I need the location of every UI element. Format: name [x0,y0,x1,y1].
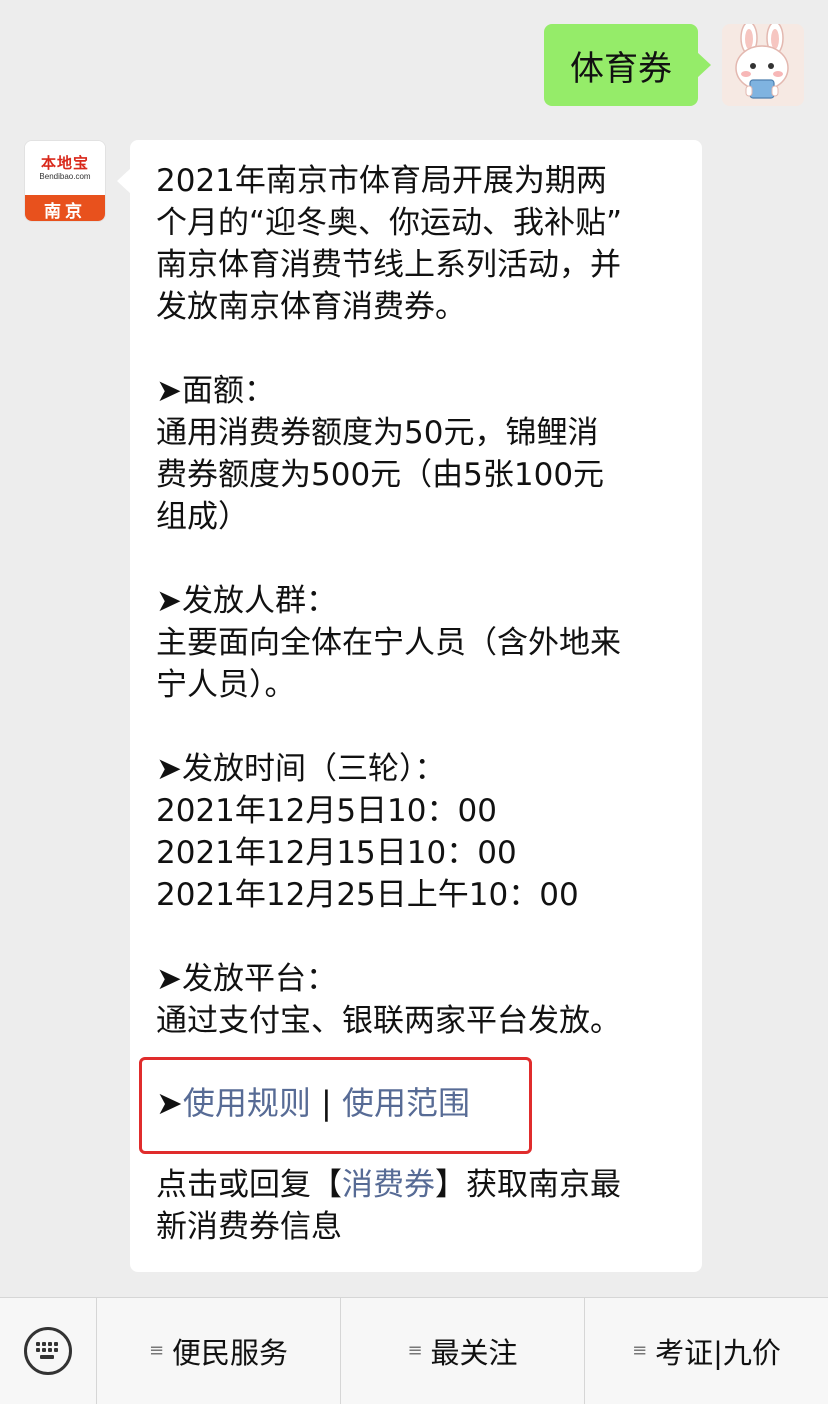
sender-avatar[interactable]: 本地宝 Bendibao.com 南京 [24,140,106,222]
time-line: 2021年12月5日10：00 [156,793,497,829]
bunny-avatar-icon [722,24,804,106]
sender-logo: 本地宝 Bendibao.com [25,141,105,195]
menu-item-label: 考证|九价 [655,1336,781,1370]
footer-suffix: 】获取南京最 [435,1167,621,1203]
incoming-message-bubble: 2021年南京市体育局开展为期两 个月的“迎冬奥、你运动、我补贴” 南京体育消费… [117,140,702,1272]
time-line: 2021年12月25日上午10：00 [156,877,579,913]
menu-item-certification-hpv[interactable]: ≡ 考证|九价 [584,1297,828,1404]
menu-lines-icon: ≡ [407,1340,423,1361]
links-separator: | [310,1084,342,1122]
outgoing-message-text: 体育券 [570,48,672,89]
time-line: 2021年12月15日10：00 [156,835,517,871]
amount-line: 费券额度为500元（由5张100元 [156,457,605,493]
audience-line: 主要面向全体在宁人员（含外地来 [156,625,621,661]
user-avatar[interactable] [722,24,804,106]
outgoing-message-row: 体育券 [544,24,804,106]
keyboard-toggle-button[interactable] [0,1298,96,1404]
time-heading: ➤发放时间（三轮）： [156,751,446,787]
amount-heading: ➤面额： [156,373,275,409]
sender-logo-url: Bendibao.com [39,172,91,181]
footer-line: 点击或回复【消费券】获取南京最 [156,1164,676,1206]
voucher-keyword-link[interactable]: 消费券 [342,1167,435,1203]
intro-line: 南京体育消费节线上系列活动，并 [156,247,621,283]
keyboard-icon [24,1327,72,1375]
intro-line: 发放南京体育消费券。 [156,289,466,325]
intro-line: 2021年南京市体育局开展为期两 [156,163,607,199]
menu-item-convenience-services[interactable]: ≡ 便民服务 [96,1297,340,1404]
menu-item-label: 便民服务 [172,1336,289,1370]
outgoing-message-bubble[interactable]: 体育券 [544,24,711,106]
amount-line: 组成） [156,499,249,535]
amount-line: 通用消费券额度为50元，锦鲤消 [156,415,599,451]
audience-heading: ➤发放人群： [156,583,337,619]
bottom-menu-bar: ≡ 便民服务 ≡ 最关注 ≡ 考证|九价 [0,1297,828,1404]
footer-line-2: 新消费券信息 [156,1209,342,1245]
audience-line: 宁人员）。 [156,667,296,703]
links-line: ➤使用规则 | 使用范围 [156,1080,676,1126]
usage-scope-link[interactable]: 使用范围 [342,1084,470,1122]
menu-item-most-followed[interactable]: ≡ 最关注 [340,1297,584,1404]
platform-line: 通过支付宝、银联两家平台发放。 [156,1003,621,1039]
usage-rules-link[interactable]: 使用规则 [183,1084,311,1122]
footer-prefix: 点击或回复【 [156,1167,342,1203]
links-arrow: ➤ [156,1084,183,1122]
platform-heading: ➤发放平台： [156,961,337,997]
intro-line: 个月的“迎冬奥、你运动、我补贴” [156,205,623,241]
sender-logo-name: 本地宝 [40,154,89,172]
sender-logo-city: 南京 [25,195,105,221]
menu-lines-icon: ≡ [632,1340,648,1361]
menu-item-label: 最关注 [430,1336,518,1370]
menu-lines-icon: ≡ [148,1340,165,1361]
